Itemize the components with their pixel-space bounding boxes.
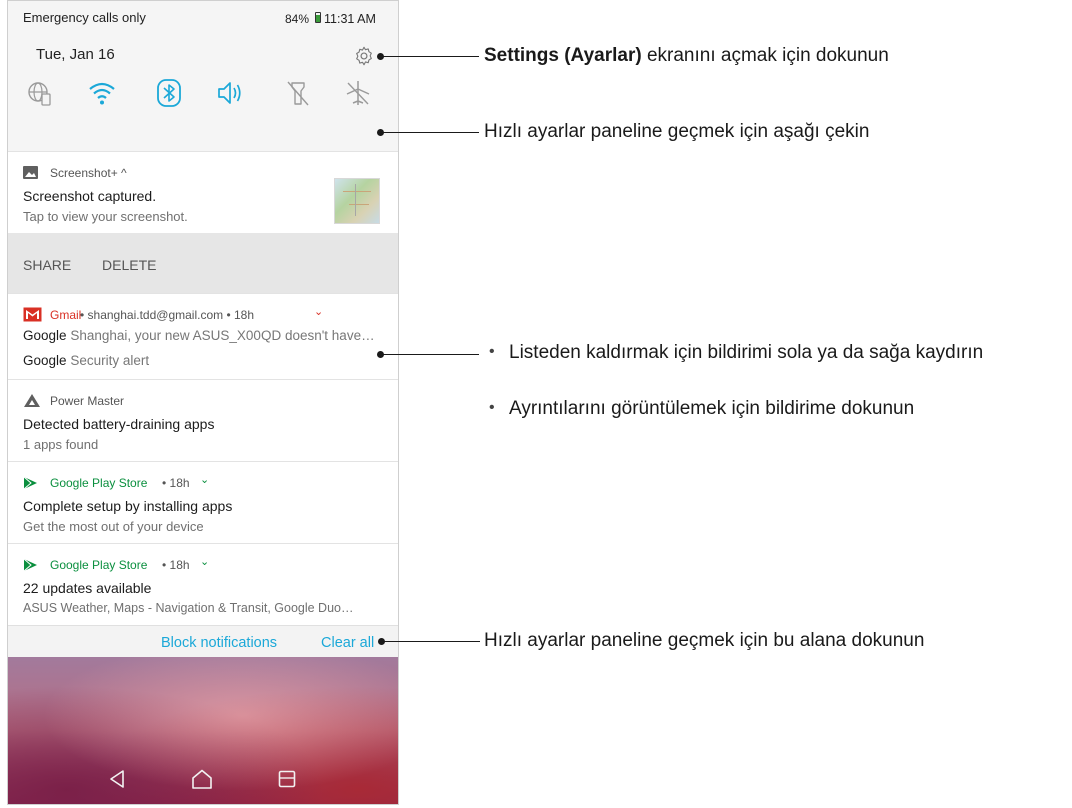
date-label: Tue, Jan 16 [36, 46, 115, 63]
back-icon[interactable] [108, 769, 126, 789]
annotation-settings-bold: Settings (Ayarlar) [484, 45, 642, 66]
bullet-icon: • [489, 399, 495, 416]
image-icon [23, 166, 38, 179]
power-master-notification[interactable]: Power Master Detected battery-draining a… [8, 379, 398, 462]
share-button[interactable]: SHARE [23, 257, 71, 273]
battery-percent: 84% [285, 12, 310, 26]
notification-footer: Block notifications Clear all [8, 625, 398, 658]
notification-title: 22 updates available [23, 580, 152, 596]
power-master-icon [24, 394, 40, 407]
app-name: Google Play Store [50, 476, 148, 490]
snippet: Shanghai, your new ASUS_X00QD doesn't ha… [70, 328, 375, 343]
play-store-icon [23, 558, 37, 572]
annotation-swipe: Listeden kaldırmak için bildirimi sola y… [509, 342, 984, 363]
app-name: Power Master [50, 394, 125, 408]
bluetooth-icon[interactable] [155, 79, 183, 107]
quick-settings-panel[interactable]: Tue, Jan 16 [8, 31, 398, 151]
notification-actions: SHARE DELETE [8, 233, 398, 293]
screenshot-thumbnail[interactable] [334, 178, 380, 224]
status-bar: Emergency calls only 84% 11:31 AM [8, 1, 398, 31]
chevron-down-icon[interactable]: ⌄ [200, 555, 209, 568]
gmail-icon [23, 307, 42, 322]
screenshot-notification[interactable]: Screenshot+ ^ Screenshot captured. Tap t… [8, 151, 398, 234]
phone-screen: Emergency calls only 84% 11:31 AM Tue, J… [7, 0, 399, 805]
gmail-notification[interactable]: Gmail • shanghai.tdd@gmail.com • 18h ⌄ G… [8, 293, 398, 380]
wifi-icon[interactable] [88, 79, 116, 107]
flashlight-off-icon[interactable] [284, 79, 312, 107]
notification-text: 1 apps found [23, 437, 99, 452]
notification-meta: • 18h [162, 558, 190, 572]
home-icon[interactable] [191, 769, 213, 789]
sender: Google [23, 353, 67, 368]
bullet-icon: • [489, 343, 495, 360]
snippet: Security alert [70, 353, 150, 368]
annotation-tap-area: Hızlı ayarlar paneline geçmek için bu al… [484, 630, 925, 651]
callout-line-clear [382, 641, 480, 643]
app-name: Screenshot+ ^ [50, 166, 127, 180]
delete-button[interactable]: DELETE [102, 257, 156, 273]
notification-meta: • 18h [162, 476, 190, 490]
chevron-down-icon[interactable]: ⌄ [314, 305, 323, 318]
app-name: Gmail [50, 308, 82, 322]
gear-icon[interactable] [353, 45, 375, 67]
play-store-icon [23, 476, 37, 490]
app-name: Google Play Store [50, 558, 148, 572]
notification-title: Detected battery-draining apps [23, 416, 215, 432]
sender: Google [23, 328, 67, 343]
battery-icon [315, 12, 321, 23]
wallpaper [8, 657, 398, 804]
notification-title: Complete setup by installing apps [23, 498, 233, 514]
airplane-mode-icon[interactable] [344, 79, 372, 107]
play-store-notification[interactable]: Google Play Store • 18h ⌄ Complete setup… [8, 461, 398, 544]
annotation-settings-text: ekranını açmak için dokunun [641, 45, 889, 66]
play-store-notification[interactable]: Google Play Store • 18h ⌄ 22 updates ava… [8, 543, 398, 626]
notification-text: Tap to view your screenshot. [23, 209, 188, 224]
clock: 11:31 AM [324, 12, 376, 26]
gmail-line-2: Google Security alert [23, 353, 149, 368]
block-notifications-button[interactable]: Block notifications [161, 635, 277, 651]
annotation-tap-detail: Ayrıntılarını görüntülemek için bildirim… [509, 398, 915, 419]
gmail-line-1: Google Shanghai, your new ASUS_X00QD doe… [23, 328, 375, 343]
chevron-down-icon[interactable]: ⌄ [200, 473, 209, 486]
annotation-settings: Settings (Ayarlar) ekranını açmak için d… [484, 45, 889, 67]
notification-meta: • shanghai.tdd@gmail.com • 18h [80, 308, 255, 322]
volume-icon[interactable] [216, 79, 244, 107]
notification-title: Screenshot captured. [23, 188, 157, 204]
annotation-pull-down: Hızlı ayarlar paneline geçmek için aşağı… [484, 121, 870, 142]
globe-icon[interactable] [26, 79, 54, 107]
carrier-text: Emergency calls only [23, 10, 146, 25]
clear-all-button[interactable]: Clear all [321, 635, 374, 651]
recents-icon[interactable] [278, 770, 296, 788]
notification-text: ASUS Weather, Maps - Navigation & Transi… [23, 601, 354, 615]
notification-text: Get the most out of your device [23, 519, 204, 534]
callout-line-pull [381, 132, 479, 134]
callout-line-settings [381, 56, 479, 58]
callout-line-swipe [381, 354, 479, 356]
